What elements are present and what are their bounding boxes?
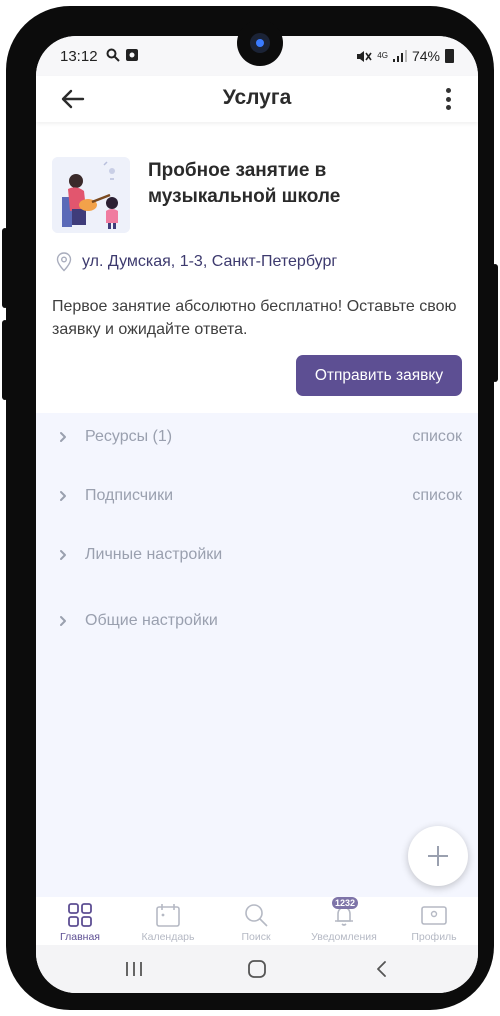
- more-menu-button[interactable]: [438, 85, 458, 113]
- mute-icon: [357, 50, 372, 62]
- nav-label: Уведомления: [311, 931, 377, 943]
- grid-icon: [68, 903, 92, 927]
- calendar-icon: [156, 904, 180, 927]
- bottom-navigation: Главная Календарь Поиск 1232 Уведомления…: [36, 897, 478, 945]
- nav-home[interactable]: Главная: [36, 897, 124, 945]
- service-title: Пробное занятие в музыкальной школе: [148, 160, 341, 207]
- section-list-link[interactable]: список: [412, 487, 462, 505]
- more-vertical-icon: [445, 88, 451, 93]
- section-general-settings[interactable]: Общие настройки: [36, 607, 478, 637]
- page-title: Услуга: [222, 86, 292, 109]
- app-notification-icon: [126, 49, 138, 61]
- service-description: Первое занятие абсолютно бесплатно! Оста…: [52, 298, 457, 338]
- front-camera: [237, 20, 283, 66]
- volume-up-button: [2, 228, 8, 308]
- add-fab-button[interactable]: [408, 826, 468, 886]
- system-navigation-bar: [36, 945, 478, 993]
- battery-icon: [445, 49, 454, 63]
- section-label: Ресурсы (1): [85, 428, 173, 445]
- signal-icon: [392, 50, 407, 62]
- nav-label: Календарь: [141, 931, 195, 943]
- map-pin-icon: [56, 252, 72, 272]
- submit-request-button[interactable]: Отправить заявку: [296, 355, 462, 396]
- search-notification-icon: [106, 48, 120, 62]
- section-label: Личные настройки: [85, 546, 223, 563]
- profile-card-icon: [421, 906, 447, 925]
- screen: 13:12 4G 74% Услуга Пробное занятие в му…: [36, 36, 478, 993]
- app-header: Услуга: [36, 76, 478, 122]
- nav-label: Профиль: [411, 931, 457, 943]
- chevron-right-icon: [60, 491, 66, 501]
- chevron-right-icon: [60, 432, 66, 442]
- notification-badge: 1232: [332, 897, 359, 909]
- section-label: Подписчики: [85, 487, 174, 504]
- nav-label: Поиск: [241, 931, 271, 943]
- service-image: [52, 157, 130, 233]
- section-label: Общие настройки: [85, 612, 218, 629]
- settings-sections: Ресурсы (1) список Подписчики список Лич…: [36, 413, 478, 897]
- search-icon: [245, 904, 268, 927]
- power-button: [492, 264, 498, 382]
- nav-search[interactable]: Поиск: [212, 897, 300, 945]
- nav-label: Главная: [60, 931, 100, 943]
- status-time: 13:12: [60, 48, 98, 65]
- system-back-icon[interactable]: [370, 959, 394, 979]
- section-personal-settings[interactable]: Личные настройки: [36, 541, 478, 571]
- section-resources[interactable]: Ресурсы (1) список: [36, 423, 478, 453]
- recent-apps-icon[interactable]: [122, 959, 146, 979]
- address-text[interactable]: ул. Думская, 1-3, Санкт-Петербург: [82, 253, 337, 271]
- nav-calendar[interactable]: Календарь: [124, 897, 212, 945]
- nav-notifications[interactable]: 1232 Уведомления: [300, 897, 388, 945]
- address-row: ул. Думская, 1-3, Санкт-Петербург: [56, 252, 337, 272]
- plus-icon: [428, 846, 448, 866]
- phone-frame: 13:12 4G 74% Услуга Пробное занятие в му…: [2, 6, 498, 1010]
- network-type: 4G: [377, 51, 388, 60]
- chevron-right-icon: [60, 616, 66, 626]
- chevron-right-icon: [60, 550, 66, 560]
- home-icon[interactable]: [245, 959, 269, 979]
- section-subscribers[interactable]: Подписчики список: [36, 482, 478, 512]
- nav-profile[interactable]: Профиль: [390, 897, 478, 945]
- section-list-link[interactable]: список: [412, 428, 462, 446]
- music-lesson-illustration: [52, 157, 130, 233]
- volume-down-button: [2, 320, 8, 400]
- battery-percent: 74%: [411, 48, 440, 64]
